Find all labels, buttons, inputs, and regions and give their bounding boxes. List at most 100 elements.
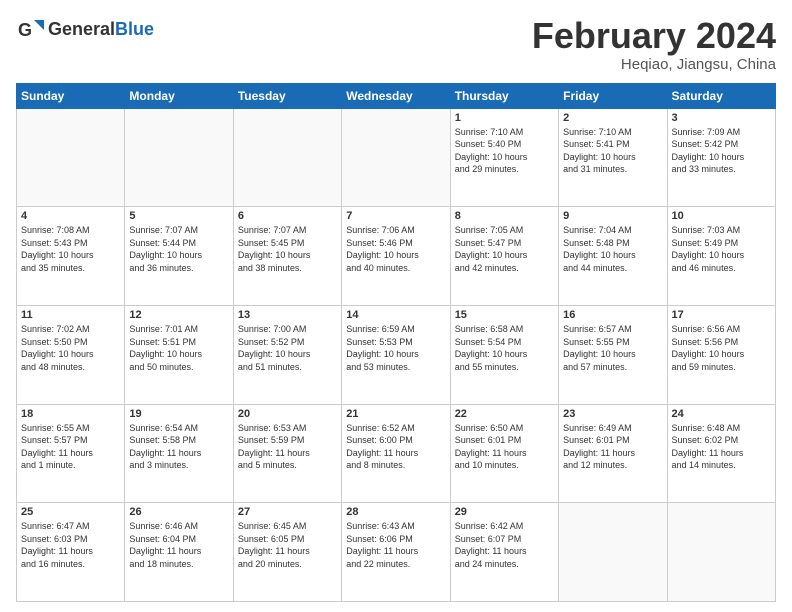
day-number: 11 <box>21 309 120 321</box>
day-info: Sunrise: 7:02 AM Sunset: 5:50 PM Dayligh… <box>21 323 120 373</box>
day-info: Sunrise: 7:05 AM Sunset: 5:47 PM Dayligh… <box>455 224 554 274</box>
day-cell: 24 Sunrise: 6:48 AM Sunset: 6:02 PM Dayli… <box>667 404 775 503</box>
day-number: 15 <box>455 309 554 321</box>
day-number: 9 <box>563 210 662 222</box>
day-info: Sunrise: 6:49 AM Sunset: 6:01 PM Dayligh… <box>563 422 662 472</box>
day-cell: 18 Sunrise: 6:55 AM Sunset: 5:57 PM Dayli… <box>17 404 125 503</box>
day-info: Sunrise: 7:04 AM Sunset: 5:48 PM Dayligh… <box>563 224 662 274</box>
day-info: Sunrise: 7:07 AM Sunset: 5:44 PM Dayligh… <box>129 224 228 274</box>
calendar-subtitle: Heqiao, Jiangsu, China <box>532 56 776 73</box>
title-block: February 2024 Heqiao, Jiangsu, China <box>532 16 776 73</box>
day-cell: 23 Sunrise: 6:49 AM Sunset: 6:01 PM Dayli… <box>559 404 667 503</box>
day-cell <box>559 503 667 602</box>
day-cell: 20Sunrise: 6:53 AM Sunset: 5:59 PM Dayli… <box>233 404 341 503</box>
weekday-monday: Monday <box>125 83 233 108</box>
calendar-page: G GeneralBlue February 2024 Heqiao, Jian… <box>0 0 792 612</box>
day-info: Sunrise: 6:54 AM Sunset: 5:58 PM Dayligh… <box>129 422 228 472</box>
calendar-header: G GeneralBlue February 2024 Heqiao, Jian… <box>16 16 776 73</box>
day-cell: 7 Sunrise: 7:06 AM Sunset: 5:46 PM Daylig… <box>342 207 450 306</box>
day-cell: 17 Sunrise: 6:56 AM Sunset: 5:56 PM Dayli… <box>667 305 775 404</box>
day-info: Sunrise: 7:10 AM Sunset: 5:41 PM Dayligh… <box>563 126 662 176</box>
day-cell <box>233 108 341 207</box>
day-number: 4 <box>21 210 120 222</box>
day-info: Sunrise: 6:43 AM Sunset: 6:06 PM Dayligh… <box>346 520 445 570</box>
day-number: 6 <box>238 210 337 222</box>
day-info: Sunrise: 6:53 AM Sunset: 5:59 PM Dayligh… <box>238 422 337 472</box>
day-info: Sunrise: 6:55 AM Sunset: 5:57 PM Dayligh… <box>21 422 120 472</box>
day-cell: 4 Sunrise: 7:08 AM Sunset: 5:43 PM Daylig… <box>17 207 125 306</box>
day-number: 2 <box>563 112 662 124</box>
day-info: Sunrise: 6:59 AM Sunset: 5:53 PM Dayligh… <box>346 323 445 373</box>
day-info: Sunrise: 6:58 AM Sunset: 5:54 PM Dayligh… <box>455 323 554 373</box>
day-info: Sunrise: 6:57 AM Sunset: 5:55 PM Dayligh… <box>563 323 662 373</box>
day-cell: 27 Sunrise: 6:45 AM Sunset: 6:05 PM Dayli… <box>233 503 341 602</box>
day-number: 7 <box>346 210 445 222</box>
day-number: 28 <box>346 506 445 518</box>
day-info: Sunrise: 7:00 AM Sunset: 5:52 PM Dayligh… <box>238 323 337 373</box>
day-info: Sunrise: 7:10 AM Sunset: 5:40 PM Dayligh… <box>455 126 554 176</box>
day-info: Sunrise: 6:45 AM Sunset: 6:05 PM Dayligh… <box>238 520 337 570</box>
day-cell: 10Sunrise: 7:03 AM Sunset: 5:49 PM Dayli… <box>667 207 775 306</box>
day-info: Sunrise: 6:47 AM Sunset: 6:03 PM Dayligh… <box>21 520 120 570</box>
day-number: 25 <box>21 506 120 518</box>
week-row-5: 25 Sunrise: 6:47 AM Sunset: 6:03 PM Dayli… <box>17 503 776 602</box>
day-cell: 28 Sunrise: 6:43 AM Sunset: 6:06 PM Dayli… <box>342 503 450 602</box>
day-cell: 8 Sunrise: 7:05 AM Sunset: 5:47 PM Daylig… <box>450 207 558 306</box>
svg-text:G: G <box>18 20 32 40</box>
day-info: Sunrise: 7:08 AM Sunset: 5:43 PM Dayligh… <box>21 224 120 274</box>
day-cell: 22 Sunrise: 6:50 AM Sunset: 6:01 PM Dayli… <box>450 404 558 503</box>
day-number: 12 <box>129 309 228 321</box>
day-cell: 29Sunrise: 6:42 AM Sunset: 6:07 PM Dayli… <box>450 503 558 602</box>
day-info: Sunrise: 7:03 AM Sunset: 5:49 PM Dayligh… <box>672 224 771 274</box>
day-cell: 6 Sunrise: 7:07 AM Sunset: 5:45 PM Daylig… <box>233 207 341 306</box>
week-row-1: 1 Sunrise: 7:10 AM Sunset: 5:40 PM Daylig… <box>17 108 776 207</box>
day-cell: 14Sunrise: 6:59 AM Sunset: 5:53 PM Dayli… <box>342 305 450 404</box>
day-number: 1 <box>455 112 554 124</box>
day-number: 17 <box>672 309 771 321</box>
day-info: Sunrise: 6:56 AM Sunset: 5:56 PM Dayligh… <box>672 323 771 373</box>
day-info: Sunrise: 6:52 AM Sunset: 6:00 PM Dayligh… <box>346 422 445 472</box>
weekday-friday: Friday <box>559 83 667 108</box>
logo: G GeneralBlue <box>16 16 154 44</box>
day-number: 22 <box>455 408 554 420</box>
day-number: 23 <box>563 408 662 420</box>
logo-text: GeneralBlue <box>48 20 154 40</box>
day-number: 8 <box>455 210 554 222</box>
day-number: 19 <box>129 408 228 420</box>
weekday-saturday: Saturday <box>667 83 775 108</box>
calendar-table: SundayMondayTuesdayWednesdayThursdayFrid… <box>16 83 776 602</box>
day-number: 16 <box>563 309 662 321</box>
day-number: 26 <box>129 506 228 518</box>
day-number: 3 <box>672 112 771 124</box>
day-cell: 25 Sunrise: 6:47 AM Sunset: 6:03 PM Dayli… <box>17 503 125 602</box>
day-info: Sunrise: 6:50 AM Sunset: 6:01 PM Dayligh… <box>455 422 554 472</box>
day-number: 18 <box>21 408 120 420</box>
week-row-3: 11 Sunrise: 7:02 AM Sunset: 5:50 PM Dayli… <box>17 305 776 404</box>
day-info: Sunrise: 7:01 AM Sunset: 5:51 PM Dayligh… <box>129 323 228 373</box>
day-number: 13 <box>238 309 337 321</box>
day-info: Sunrise: 6:48 AM Sunset: 6:02 PM Dayligh… <box>672 422 771 472</box>
day-cell: 13 Sunrise: 7:00 AM Sunset: 5:52 PM Dayli… <box>233 305 341 404</box>
day-cell: 12 Sunrise: 7:01 AM Sunset: 5:51 PM Dayli… <box>125 305 233 404</box>
day-cell: 1 Sunrise: 7:10 AM Sunset: 5:40 PM Daylig… <box>450 108 558 207</box>
day-cell: 15 Sunrise: 6:58 AM Sunset: 5:54 PM Dayli… <box>450 305 558 404</box>
week-row-2: 4 Sunrise: 7:08 AM Sunset: 5:43 PM Daylig… <box>17 207 776 306</box>
day-cell: 19 Sunrise: 6:54 AM Sunset: 5:58 PM Dayli… <box>125 404 233 503</box>
day-cell: 5Sunrise: 7:07 AM Sunset: 5:44 PM Daylig… <box>125 207 233 306</box>
day-cell: 9 Sunrise: 7:04 AM Sunset: 5:48 PM Daylig… <box>559 207 667 306</box>
day-number: 27 <box>238 506 337 518</box>
day-cell: 16 Sunrise: 6:57 AM Sunset: 5:55 PM Dayli… <box>559 305 667 404</box>
day-cell <box>342 108 450 207</box>
day-info: Sunrise: 7:07 AM Sunset: 5:45 PM Dayligh… <box>238 224 337 274</box>
day-cell <box>667 503 775 602</box>
weekday-thursday: Thursday <box>450 83 558 108</box>
week-row-4: 18 Sunrise: 6:55 AM Sunset: 5:57 PM Dayli… <box>17 404 776 503</box>
day-number: 21 <box>346 408 445 420</box>
day-cell <box>17 108 125 207</box>
day-info: Sunrise: 7:06 AM Sunset: 5:46 PM Dayligh… <box>346 224 445 274</box>
weekday-wednesday: Wednesday <box>342 83 450 108</box>
day-number: 24 <box>672 408 771 420</box>
day-info: Sunrise: 7:09 AM Sunset: 5:42 PM Dayligh… <box>672 126 771 176</box>
day-info: Sunrise: 6:46 AM Sunset: 6:04 PM Dayligh… <box>129 520 228 570</box>
calendar-title: February 2024 <box>532 16 776 56</box>
